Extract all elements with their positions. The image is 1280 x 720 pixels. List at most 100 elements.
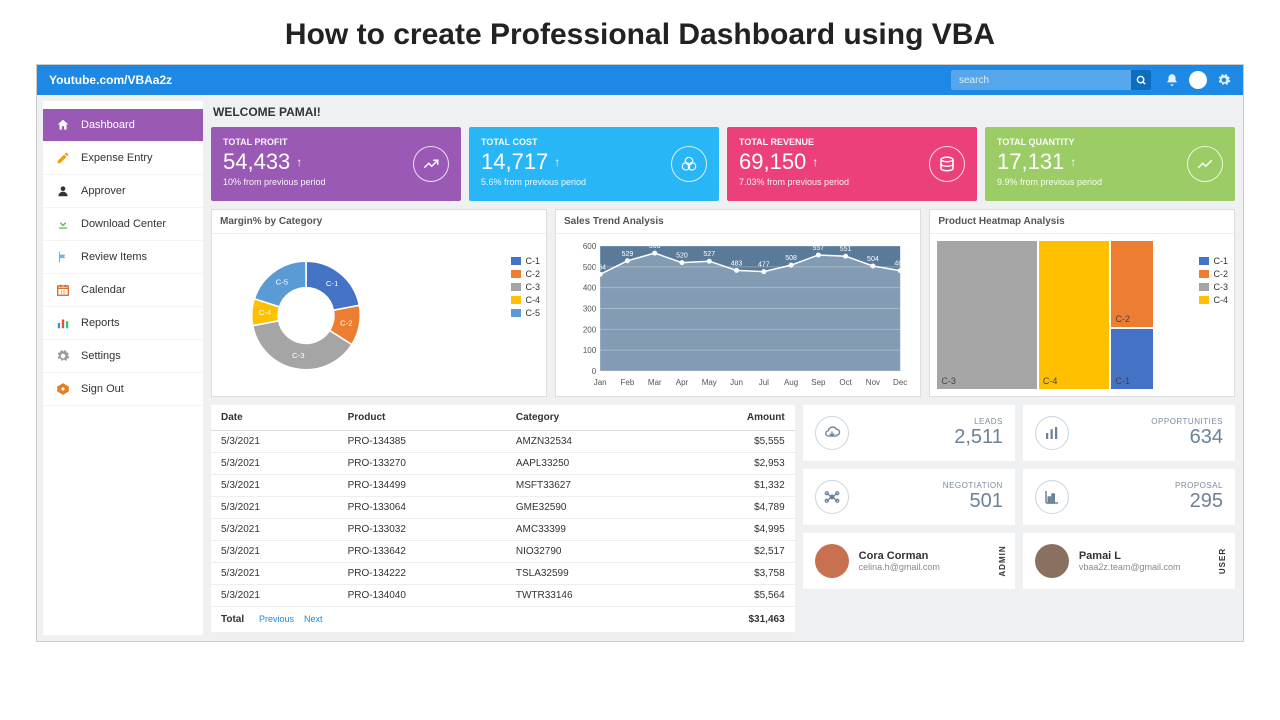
user-card[interactable]: Pamai Lvbaa2z.team@gmail.com USER (1023, 533, 1235, 589)
table-row[interactable]: 5/3/2021PRO-133032AMC33399$4,995 (211, 519, 795, 541)
svg-text:300: 300 (583, 305, 597, 314)
stat-value: 295 (1069, 490, 1223, 513)
kpi-total-cost: TOTAL COST14,717 ↑5.6% from previous per… (469, 127, 719, 201)
kpi-total-revenue: TOTAL REVENUE69,150 ↑7.03% from previous… (727, 127, 977, 201)
table-row[interactable]: 5/3/2021PRO-133642NIO32790$2,517 (211, 541, 795, 563)
topbar: Youtube.com/VBAa2z (37, 65, 1243, 95)
sidebar-item-settings[interactable]: Settings (43, 340, 203, 373)
sidebar-item-label: Calendar (81, 284, 126, 296)
table-row[interactable]: 5/3/2021PRO-133064GME32590$4,789 (211, 497, 795, 519)
bottom-row: DateProductCategoryAmount 5/3/2021PRO-13… (211, 405, 1235, 633)
user-email: vbaa2z.team@gmail.com (1079, 562, 1181, 572)
bell-icon[interactable] (1165, 73, 1179, 87)
kpi-total-quantity: TOTAL QUANTITY17,131 ↑9.9% from previous… (985, 127, 1235, 201)
calendar-icon: 15 (55, 282, 71, 298)
user-card[interactable]: Cora Cormancelina.h@gmail.comADMIN (803, 533, 1015, 589)
avatar (1035, 544, 1069, 578)
sidebar-item-expense-entry[interactable]: Expense Entry (43, 142, 203, 175)
svg-text:464: 464 (594, 264, 606, 271)
table-header: Product (338, 405, 506, 431)
table-row[interactable]: 5/3/2021PRO-134499MSFT33627$1,332 (211, 475, 795, 497)
pager-previous[interactable]: Previous (259, 614, 294, 624)
sidebar-item-label: Review Items (81, 251, 147, 263)
svg-text:200: 200 (583, 325, 597, 334)
svg-text:529: 529 (622, 251, 634, 258)
sidebar-item-dashboard[interactable]: Dashboard (43, 109, 203, 142)
kpi-row: TOTAL PROFIT54,433 ↑10% from previous pe… (211, 127, 1235, 201)
sidebar-item-reports[interactable]: Reports (43, 307, 203, 340)
data-table-card: DateProductCategoryAmount 5/3/2021PRO-13… (211, 405, 795, 633)
svg-text:15: 15 (60, 290, 66, 295)
welcome-text: WELCOME PAMAI! (211, 101, 1235, 127)
sidebar-item-label: Dashboard (81, 119, 135, 131)
sidebar-item-label: Reports (81, 317, 120, 329)
table-row[interactable]: 5/3/2021PRO-133270AAPL33250$2,953 (211, 453, 795, 475)
stat-label: NEGOTIATION (849, 481, 1003, 490)
margin-chart-title: Margin% by Category (212, 210, 546, 234)
sidebar-item-download-center[interactable]: Download Center (43, 208, 203, 241)
sidebar-item-approver[interactable]: Approver (43, 175, 203, 208)
stat-value: 634 (1069, 426, 1223, 449)
svg-text:483: 483 (731, 260, 743, 267)
svg-text:C-5: C-5 (276, 278, 289, 287)
stat-opportunities[interactable]: OPPORTUNITIES634 (1023, 405, 1235, 461)
search-button[interactable] (1131, 70, 1151, 90)
table-row[interactable]: 5/3/2021PRO-134385AMZN32534$5,555 (211, 431, 795, 453)
sidebar-item-label: Approver (81, 185, 126, 197)
heatmap-chart-card: Product Heatmap Analysis C-3 C-4 C-2 C-1… (929, 209, 1235, 397)
kpi-icon (671, 146, 707, 182)
user-name: Pamai L (1079, 550, 1181, 562)
avatar (815, 544, 849, 578)
stat-label: PROPOSAL (1069, 481, 1223, 490)
home-icon (55, 117, 71, 133)
gear-icon[interactable] (1217, 73, 1231, 87)
legend-item: C-3 (1199, 282, 1228, 292)
kpi-icon (929, 146, 965, 182)
legend-item: C-3 (511, 282, 540, 292)
stat-leads[interactable]: LEADS2,511 (803, 405, 1015, 461)
svg-text:Apr: Apr (676, 378, 689, 387)
bars-icon (55, 315, 71, 331)
user-avatar-icon[interactable] (1189, 71, 1207, 89)
sidebar-item-label: Sign Out (81, 383, 124, 395)
kpi-label: TOTAL QUANTITY (997, 137, 1223, 147)
app-window: Youtube.com/VBAa2z Dashboard Expense Entr… (36, 64, 1244, 642)
svg-text:May: May (702, 378, 717, 387)
stat-value: 2,511 (849, 426, 1003, 449)
table-row[interactable]: 5/3/2021PRO-134040TWTR33146$5,564 (211, 585, 795, 607)
sidebar: Dashboard Expense Entry Approver Download C… (43, 101, 203, 635)
chart-icon (1035, 480, 1069, 514)
svg-text:Feb: Feb (621, 378, 635, 387)
svg-text:Sep: Sep (811, 378, 826, 387)
table-row[interactable]: 5/3/2021PRO-134222TSLA32599$3,758 (211, 563, 795, 585)
legend-item: C-5 (511, 308, 540, 318)
pager-next[interactable]: Next (304, 614, 323, 624)
stat-proposal[interactable]: PROPOSAL295 (1023, 469, 1235, 525)
user-grid: Cora Cormancelina.h@gmail.comADMINPamai … (803, 533, 1235, 589)
svg-text:C-3: C-3 (292, 351, 305, 360)
search-input[interactable] (951, 75, 1131, 86)
svg-text:Jan: Jan (594, 378, 607, 387)
table-header: Amount (671, 405, 795, 431)
kpi-icon (413, 146, 449, 182)
user-role: USER (1218, 548, 1227, 574)
table-header: Date (211, 405, 338, 431)
sales-chart-title: Sales Trend Analysis (556, 210, 920, 234)
sidebar-item-review-items[interactable]: Review Items (43, 241, 203, 274)
kpi-label: TOTAL REVENUE (739, 137, 965, 147)
kpi-label: TOTAL COST (481, 137, 707, 147)
margin-legend: C-1C-2C-3C-4C-5 (511, 256, 540, 321)
stat-negotiation[interactable]: NEGOTIATION501 (803, 469, 1015, 525)
sidebar-item-calendar[interactable]: 15 Calendar (43, 274, 203, 307)
sales-line-chart: 0100200300400500600464Jan529Feb566Mar520… (560, 238, 916, 393)
sidebar-item-label: Expense Entry (81, 152, 153, 164)
sidebar-item-sign-out[interactable]: Sign Out (43, 373, 203, 406)
user-role: ADMIN (998, 545, 1007, 576)
user-name: Cora Corman (859, 550, 940, 562)
kpi-sub: 7.03% from previous period (739, 177, 965, 187)
legend-item: C-2 (511, 269, 540, 279)
legend-item: C-4 (1199, 295, 1228, 305)
nodes-icon (815, 480, 849, 514)
heatmap-chart-title: Product Heatmap Analysis (930, 210, 1234, 234)
topbar-actions (1165, 71, 1231, 89)
